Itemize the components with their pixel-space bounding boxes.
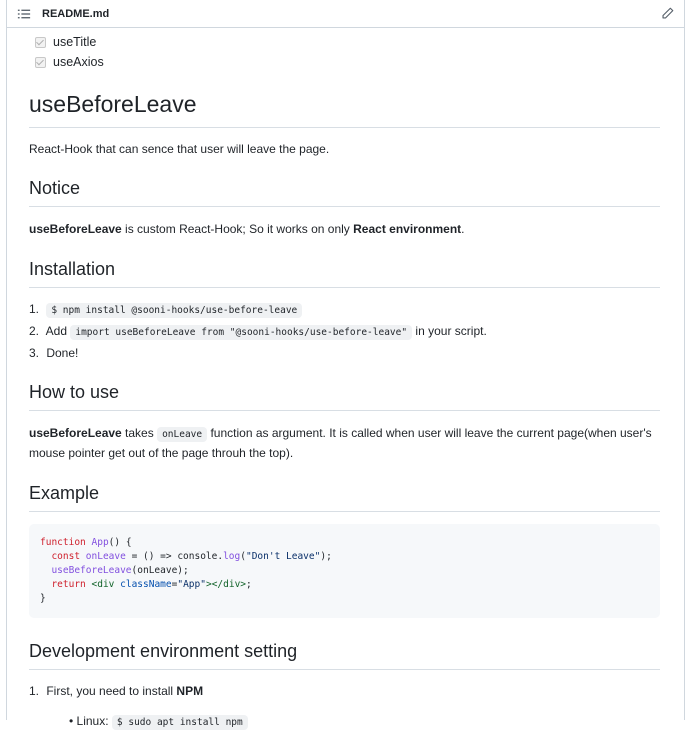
devenv-heading: Development environment setting [29, 640, 660, 670]
readme-filename: README.md [42, 7, 110, 20]
readme-content: useTitle useAxios useBeforeLeave React-H… [7, 32, 684, 732]
list-item: 3. Done! [29, 346, 79, 360]
example-heading: Example [29, 482, 660, 512]
howto-heading: How to use [29, 381, 660, 411]
task-list: useTitle useAxios [29, 32, 660, 72]
list-item: 1. First, you need to install NPM [29, 684, 204, 698]
installation-heading: Installation [29, 258, 660, 288]
list-icon[interactable] [17, 7, 31, 21]
readme-header: README.md [7, 0, 684, 28]
list-item: useAxios [35, 52, 660, 72]
list-item: 2. Add import useBeforeLeave from "@soon… [29, 324, 487, 340]
page-title: useBeforeLeave [29, 90, 660, 128]
checkbox-checked [35, 36, 46, 48]
intro-text: React-Hook that can sence that user will… [29, 142, 330, 156]
pencil-icon[interactable] [661, 7, 674, 20]
code-block: function App() { const onLeave = () => c… [29, 524, 660, 618]
howto-text: useBeforeLeave takes onLeave function as… [29, 426, 652, 460]
list-item: useTitle [35, 32, 660, 52]
installation-steps: 1. $ npm install @sooni-hooks/use-before… [29, 299, 660, 364]
list-item: • Linux: $ sudo apt install npm [29, 712, 660, 732]
notice-text: useBeforeLeave is custom React-Hook; So … [29, 222, 465, 236]
checkbox-checked [35, 56, 46, 68]
list-item: 1. $ npm install @sooni-hooks/use-before… [29, 299, 660, 321]
install-command: $ npm install @sooni-hooks/use-before-le… [46, 303, 303, 318]
import-code: import useBeforeLeave from "@sooni-hooks… [70, 325, 413, 340]
devenv-steps: 1. First, you need to install NPM [29, 681, 660, 702]
notice-heading: Notice [29, 177, 660, 207]
readme-panel: README.md useTitle useAxios useBeforeLea… [6, 0, 685, 730]
